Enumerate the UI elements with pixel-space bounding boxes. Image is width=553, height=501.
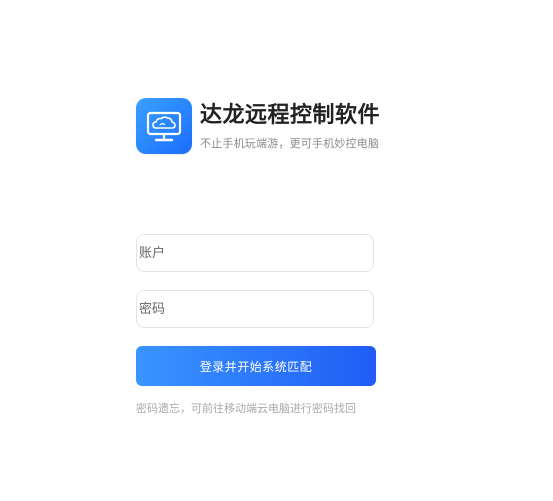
cloud-monitor-icon [146, 111, 182, 142]
app-tagline: 不止手机玩端游，更可手机妙控电脑 [200, 137, 380, 150]
password-recovery-hint: 密码遗忘，可前往移动端云电脑进行密码找回 [136, 402, 356, 415]
app-title: 达龙远程控制软件 [200, 103, 381, 128]
password-input[interactable] [136, 290, 374, 328]
account-input[interactable] [136, 234, 374, 272]
login-and-match-button[interactable]: 登录并开始系统匹配 [136, 346, 376, 386]
app-logo [136, 98, 192, 154]
